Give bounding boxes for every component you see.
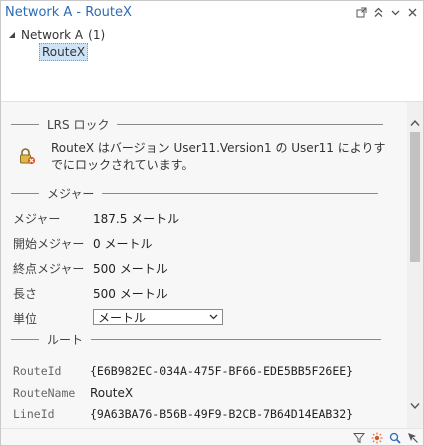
measure-title: メジャー: [47, 186, 95, 201]
unit-label: 単位: [13, 312, 38, 326]
menu-button[interactable]: [388, 5, 402, 19]
footer-toolbar: [1, 428, 423, 445]
route-id-value: {E6B982EC-034A-475F-BF66-EDE5BB5F26EE}: [90, 364, 354, 378]
scroll-up-icon[interactable]: [410, 119, 420, 127]
details-content: LRS ロック RouteX はバージョン User11.Version1 の …: [1, 102, 407, 429]
length-label: 長さ: [13, 287, 38, 301]
divider: [102, 192, 379, 194]
lrs-lock-header: LRS ロック: [11, 117, 384, 132]
route-id-label: RouteId: [13, 364, 62, 378]
lrs-lock-title: LRS ロック: [47, 117, 110, 132]
route-header: ルート: [11, 332, 382, 347]
close-button[interactable]: [405, 5, 419, 19]
unit-select-value: メートル: [98, 310, 147, 325]
chevron-down-icon: [209, 314, 218, 320]
menu-icon: [391, 10, 399, 15]
route-title: ルート: [47, 332, 84, 347]
feature-tree: Network A (1) RouteX: [1, 25, 423, 101]
filter-icon: [352, 432, 365, 443]
footer-buttons: [352, 431, 419, 444]
route-name-value: RouteX: [90, 386, 134, 400]
zoom-to-button[interactable]: [388, 431, 401, 444]
pan-to-icon: [407, 432, 418, 443]
scrollbar-thumb[interactable]: [410, 132, 420, 262]
network-label: Network A: [21, 28, 84, 42]
line-id-label: LineId: [13, 407, 55, 421]
network-count: (1): [88, 28, 106, 42]
pop-out-button[interactable]: [354, 5, 368, 19]
lock-icon: [20, 148, 36, 165]
pop-out-icon: [356, 7, 366, 17]
details-panel: LRS ロック RouteX はバージョン User11.Version1 の …: [1, 101, 423, 429]
filter-button[interactable]: [352, 431, 365, 444]
length-value: 500 メートル: [93, 287, 168, 301]
tree-node-network[interactable]: Network A (1): [7, 28, 105, 42]
to-measure-value: 500 メートル: [93, 262, 168, 276]
from-measure-value: 0 メートル: [93, 237, 153, 251]
from-measure-label: 開始メジャー: [13, 237, 85, 251]
line-id-value: {9A63BA76-B56B-49F9-B2CB-7B64D14EAB32}: [90, 407, 354, 421]
divider: [11, 338, 39, 340]
zoom-to-icon: [389, 432, 401, 444]
title-bar: Network A - RouteX: [1, 1, 423, 25]
measure-label: メジャー: [13, 212, 61, 226]
collapse-all-icon: [374, 7, 382, 17]
collapse-all-button[interactable]: [371, 5, 385, 19]
measure-header: メジャー: [11, 186, 379, 201]
flash-icon: [371, 432, 382, 443]
attributes-pane: Network A - RouteX Network A (1) RouteX …: [0, 0, 424, 446]
expanded-triangle-icon: [8, 32, 15, 38]
flash-button[interactable]: [370, 431, 383, 444]
divider: [117, 123, 384, 125]
vertical-scrollbar[interactable]: [407, 102, 423, 429]
pan-to-button[interactable]: [406, 431, 419, 444]
divider: [91, 338, 382, 340]
tree-node-route[interactable]: RouteX: [39, 43, 89, 61]
scroll-down-icon[interactable]: [410, 402, 420, 410]
divider: [11, 192, 39, 194]
to-measure-label: 終点メジャー: [13, 262, 85, 276]
measure-value: 187.5 メートル: [93, 212, 180, 226]
route-name-label: RouteName: [13, 386, 76, 400]
close-icon: [408, 8, 416, 16]
divider: [11, 123, 39, 125]
unit-select[interactable]: メートル: [93, 309, 223, 325]
tree-expander[interactable]: [7, 31, 16, 40]
lrs-lock-message: RouteX はバージョン User11.Version1 の User11 に…: [51, 141, 386, 172]
title-bar-buttons: [354, 5, 419, 19]
pane-title: Network A - RouteX: [5, 5, 132, 20]
